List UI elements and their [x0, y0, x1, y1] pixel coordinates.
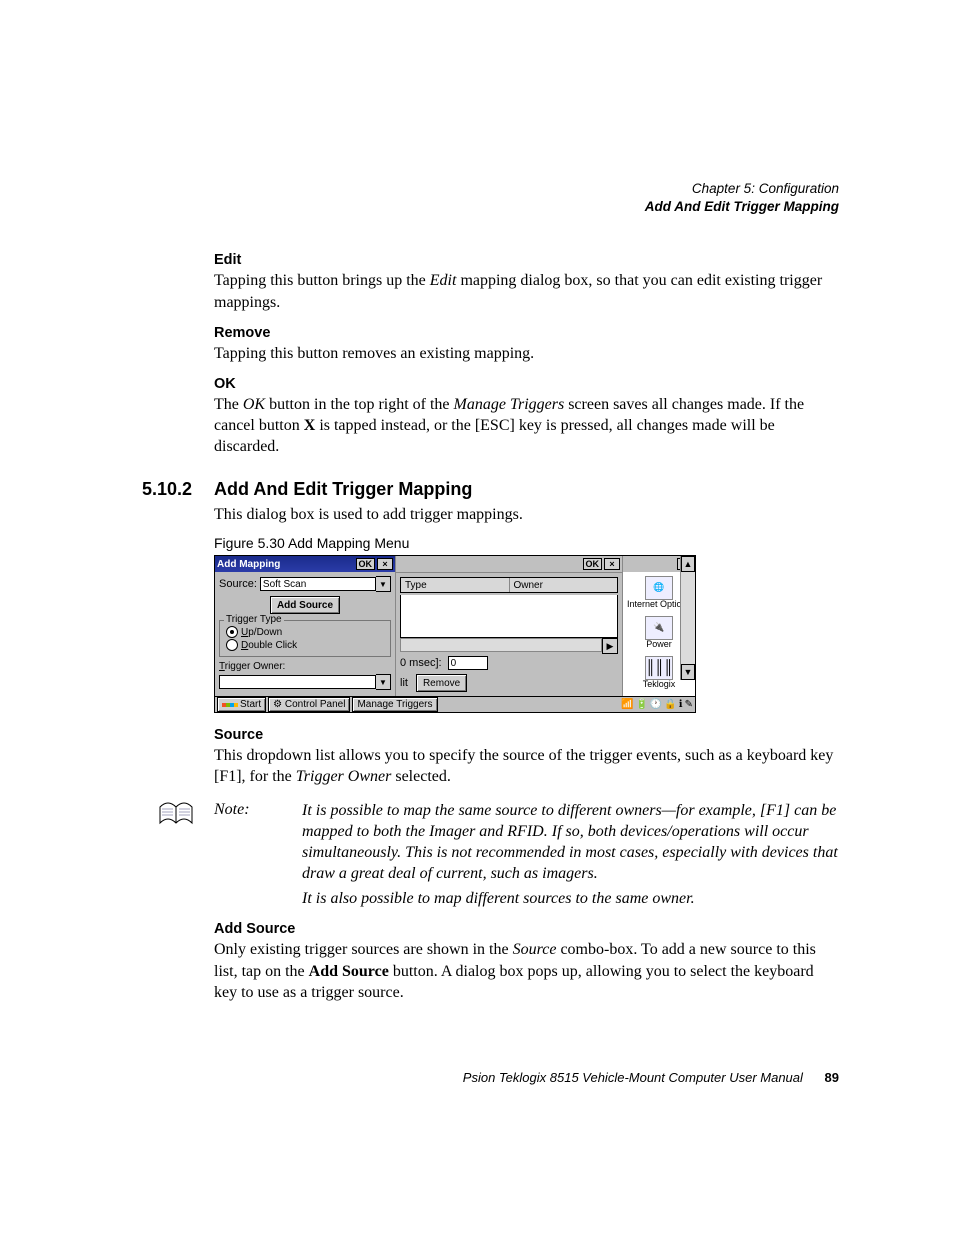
- source-dropdown[interactable]: Soft Scan: [260, 577, 376, 591]
- manual-page: Chapter 5: Configuration Add And Edit Tr…: [0, 0, 954, 1235]
- edit-body: Tapping this button brings up the Edit m…: [214, 270, 839, 312]
- ok-button[interactable]: OK: [356, 558, 376, 570]
- trigger-owner-dropdown[interactable]: [219, 675, 376, 689]
- column-owner[interactable]: Owner: [510, 578, 618, 592]
- radio-doubleclick[interactable]: Double Click: [226, 639, 386, 651]
- trigger-type-group: Trigger Type Up/Down Double Click: [219, 620, 391, 657]
- control-panel-window: × 🌐 Internet Options 🔌 Power ║║║ Teklogi…: [623, 556, 695, 696]
- close-icon[interactable]: ×: [377, 558, 393, 570]
- add-mapping-titlebar: Add Mapping OK ×: [215, 556, 395, 572]
- cp-item-power[interactable]: 🔌 Power: [645, 616, 673, 650]
- tray-icon[interactable]: ✎: [685, 699, 693, 710]
- addsource-body: Only existing trigger sources are shown …: [214, 939, 839, 1002]
- screenshot-add-mapping: Add Mapping OK × Source: Soft Scan ▼ Add…: [214, 555, 696, 697]
- cp-item-teklogix[interactable]: ║║║ Teklogix: [643, 656, 676, 690]
- figure-caption: Figure 5.30 Add Mapping Menu: [214, 535, 839, 551]
- tray-icon[interactable]: ℹ: [679, 699, 683, 710]
- section-title: Add And Edit Trigger Mapping: [214, 479, 472, 500]
- chevron-right-icon[interactable]: ▶: [602, 638, 618, 654]
- addsource-heading: Add Source: [214, 921, 839, 937]
- taskbar-control-panel[interactable]: ⚙ Control Panel: [268, 697, 350, 712]
- tray-icon[interactable]: 🔒: [664, 699, 676, 710]
- ok-body: The OK button in the top right of the Ma…: [214, 394, 839, 457]
- manage-triggers-window: OK × Type Owner ▶ 0 msec]: 0: [396, 556, 623, 696]
- system-tray: 📶 🔋 🕐 🔒 ℹ ✎: [621, 699, 693, 710]
- list-header: Type Owner: [400, 577, 618, 593]
- add-source-button[interactable]: Add Source: [270, 596, 340, 614]
- add-mapping-dialog: Add Mapping OK × Source: Soft Scan ▼ Add…: [215, 556, 396, 696]
- msec-input[interactable]: 0: [448, 656, 488, 670]
- note-text-2: It is also possible to map different sou…: [302, 889, 839, 910]
- source-body: This dropdown list allows you to specify…: [214, 745, 839, 787]
- page-number: 89: [825, 1070, 839, 1085]
- section-number: 5.10.2: [142, 479, 214, 500]
- note-label: Note:: [214, 801, 302, 884]
- group-label: Trigger Type: [224, 614, 284, 625]
- chevron-down-icon[interactable]: ▼: [376, 674, 391, 690]
- taskbar-manage-triggers[interactable]: Manage Triggers: [352, 697, 437, 712]
- running-header: Chapter 5: Configuration Add And Edit Tr…: [180, 180, 839, 216]
- power-icon: 🔌: [645, 616, 673, 640]
- source-label: Source:: [219, 578, 257, 590]
- page-footer: Psion Teklogix 8515 Vehicle-Mount Comput…: [463, 1070, 839, 1085]
- note-text-1: It is possible to map the same source to…: [302, 801, 839, 884]
- trigger-owner-label: Trigger Owner:: [219, 661, 391, 672]
- footer-text: Psion Teklogix 8515 Vehicle-Mount Comput…: [463, 1070, 803, 1085]
- section-heading: 5.10.2 Add And Edit Trigger Mapping: [180, 479, 839, 500]
- msec-label: 0 msec]:: [400, 657, 442, 669]
- remove-body: Tapping this button removes an existing …: [214, 343, 839, 364]
- start-button[interactable]: Start: [217, 697, 266, 712]
- globe-icon: 🌐: [645, 576, 673, 600]
- barcode-icon: ║║║: [645, 656, 673, 680]
- ok-button[interactable]: OK: [583, 558, 603, 570]
- chevron-up-icon[interactable]: ▲: [681, 556, 695, 572]
- note-book-icon: [158, 801, 194, 827]
- chevron-down-icon[interactable]: ▼: [376, 576, 391, 592]
- close-icon[interactable]: ×: [604, 558, 620, 570]
- remove-button[interactable]: Remove: [416, 674, 467, 692]
- radio-icon: [226, 639, 238, 651]
- radio-icon: [226, 626, 238, 638]
- header-chapter: Chapter 5: Configuration: [180, 180, 839, 198]
- column-type[interactable]: Type: [401, 578, 510, 592]
- section-intro: This dialog box is used to add trigger m…: [214, 504, 839, 525]
- tray-icon[interactable]: 🔋: [635, 699, 647, 710]
- tray-icon[interactable]: 🕐: [650, 699, 662, 710]
- remove-heading: Remove: [214, 325, 839, 341]
- taskbar: Start ⚙ Control Panel Manage Triggers 📶 …: [214, 697, 696, 713]
- radio-updown[interactable]: Up/Down: [226, 626, 386, 638]
- edit-heading: Edit: [214, 252, 839, 268]
- lit-label: lit: [400, 677, 408, 689]
- source-heading: Source: [214, 727, 839, 743]
- list-body[interactable]: [400, 595, 618, 638]
- tray-icon[interactable]: 📶: [621, 699, 633, 710]
- vertical-scrollbar[interactable]: ▲ ▼: [680, 556, 695, 680]
- dialog-title: Add Mapping: [217, 559, 280, 570]
- windows-logo-icon: [222, 703, 238, 707]
- control-panel-icon: ⚙: [273, 699, 282, 710]
- chevron-down-icon[interactable]: ▼: [681, 664, 695, 680]
- horizontal-scrollbar[interactable]: ▶: [400, 638, 618, 652]
- header-section: Add And Edit Trigger Mapping: [180, 198, 839, 216]
- note-block: Note: It is possible to map the same sou…: [214, 801, 839, 884]
- ok-heading: OK: [214, 376, 839, 392]
